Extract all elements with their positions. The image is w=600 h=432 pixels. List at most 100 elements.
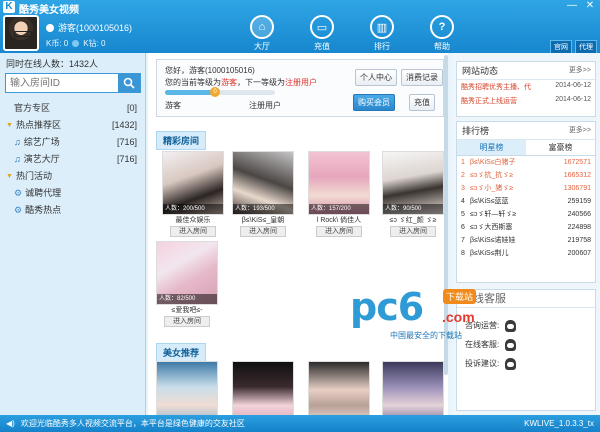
news-panel: 网站动态 更多>> 酷秀招聘优秀主播、代 2014-06-12 酷秀正式上线运营…	[456, 61, 596, 117]
nav-help[interactable]: ? 帮助	[412, 15, 472, 52]
rooms-section-title: 精彩房间	[156, 131, 207, 150]
room-id-input[interactable]	[6, 74, 118, 92]
level-text: 您的当前等级为	[165, 78, 221, 87]
coins-text: K币: 0	[46, 39, 69, 48]
buy-vip-button[interactable]: 购买会员	[353, 94, 395, 111]
user-avatar[interactable]	[3, 15, 39, 51]
ranking-row[interactable]: 5 ≤ɔゞ轩—轩ゞ≥ 240566	[457, 208, 595, 221]
enter-room-button[interactable]: 进入房间	[164, 316, 210, 327]
ranking-row[interactable]: 4 β≤\KiS≤蓝蓝 259159	[457, 195, 595, 208]
tree-item-hotnews[interactable]: ⚙ 酷秀热点	[0, 202, 145, 219]
watermark-subtitle: 中国最安全的下载站	[390, 331, 462, 340]
room-card[interactable]: 人数：157/200 l Rock\ 倘佳人 进入房间	[308, 151, 370, 237]
nav-lobby-label: 大厅	[254, 42, 270, 51]
beauty-card[interactable]	[382, 361, 444, 415]
tab-star[interactable]: 明星榜	[457, 140, 526, 155]
rank-value: 1665312	[563, 172, 591, 179]
ranking-row[interactable]: 2 ≤ɔゞ抗_抗ゞ≥ 1665312	[457, 169, 595, 182]
tree-item-count: [716]	[116, 154, 137, 164]
nav-recharge-label: 充值	[314, 42, 330, 51]
close-button[interactable]: ✕	[584, 1, 596, 12]
agent-link[interactable]: 代理	[575, 40, 597, 54]
ranking-panel: 排行榜 更多>> 明星榜 富豪榜 1 β≤\KiS≤白猪子 1672571 2 ≤ɔゞ…	[456, 121, 596, 283]
nav-recharge[interactable]: ▭ 充值	[292, 15, 352, 52]
news-item[interactable]: 酷秀招聘优秀主播、代 2014-06-12	[457, 80, 595, 94]
room-name: l Rock\ 倘佳人	[316, 217, 362, 224]
tree-item-count: [0]	[126, 103, 137, 113]
nav-lobby[interactable]: ⌂ 大厅	[232, 15, 292, 52]
official-site-link[interactable]: 官网	[550, 40, 572, 54]
room-card[interactable]: 人数：82/500 ≤爱我吧≤- 进入房间	[156, 241, 218, 327]
beauty-thumbnail[interactable]	[308, 361, 370, 415]
room-people: 人数：90/500	[383, 204, 443, 214]
rank-name: ≤ɔゞ小_猪ゞ≥	[470, 185, 514, 192]
qq-chat-icon[interactable]	[505, 357, 517, 370]
beauty-thumbnail[interactable]	[382, 361, 444, 415]
room-thumbnail[interactable]: 人数：157/200	[308, 151, 370, 215]
tree-item-performance[interactable]: ♫ 演艺大厅 [716]	[0, 151, 145, 168]
beauty-thumbnail[interactable]	[156, 361, 218, 415]
room-card[interactable]: 人数：200/500 最佳众娱乐 进入房间	[162, 151, 224, 237]
tree-item-count: [1432]	[111, 120, 137, 130]
ranking-row[interactable]: 1 β≤\KiS≤白猪子 1672571	[457, 156, 595, 169]
news-item[interactable]: 酷秀正式上线运营 2014-06-12	[457, 94, 595, 108]
main-scrollbar[interactable]	[444, 55, 448, 375]
room-thumbnail[interactable]: 人数：90/500	[382, 151, 444, 215]
ranking-row[interactable]: 8 β≤\KiS≤荆儿 200607	[457, 247, 595, 260]
bar-chart-icon: ▥	[370, 15, 394, 39]
beauty-card[interactable]	[232, 361, 294, 415]
enter-room-button[interactable]: 进入房间	[240, 226, 286, 237]
enter-room-button[interactable]: 进入房间	[170, 226, 216, 237]
rank-name: ≤ɔゞ轩—轩ゞ≥	[470, 211, 517, 218]
beauty-thumbnail[interactable]	[232, 361, 294, 415]
ranking-row[interactable]: 7 β≤\KiS≤诺娃娃 219758	[457, 234, 595, 247]
tree-item-official[interactable]: 官方专区 [0]	[0, 100, 145, 117]
enter-room-button[interactable]: 进入房间	[390, 226, 436, 237]
beauty-card[interactable]	[156, 361, 218, 415]
tree-item-agent[interactable]: ⚙ 诚聘代理	[0, 185, 145, 202]
room-name: β≤\KiS≤_皇朝	[241, 217, 285, 224]
tree-item-events[interactable]: ▼ 热门活动	[0, 168, 145, 185]
qq-chat-icon[interactable]	[505, 319, 517, 332]
tab-rich[interactable]: 富豪榜	[526, 140, 595, 155]
service-header: 在线客服	[457, 290, 595, 308]
rank-number: 5	[461, 211, 465, 218]
watermark-brand: pc6	[350, 285, 424, 329]
room-card[interactable]: 人数：90/500 ≤ɔ ゞ红_颜 ゞ≥ 进入房间	[382, 151, 444, 237]
nav-ranking[interactable]: ▥ 排行	[352, 15, 412, 52]
qq-chat-icon[interactable]	[505, 338, 517, 351]
profile-button[interactable]: 个人中心	[355, 69, 397, 86]
home-icon: ⌂	[250, 15, 274, 39]
room-thumbnail[interactable]: 人数：193/500	[232, 151, 294, 215]
main-nav: ⌂ 大厅 ▭ 充值 ▥ 排行 ? 帮助	[232, 15, 472, 52]
speaker-icon[interactable]: ◀)	[6, 415, 15, 432]
rank-number: 7	[461, 237, 465, 244]
search-button[interactable]	[118, 74, 140, 92]
rank-value: 1306791	[563, 185, 591, 192]
coin-icon	[72, 40, 80, 47]
ranking-row[interactable]: 6 ≤ɔゞ大西斯塞 224898	[457, 221, 595, 234]
app-logo-icon: K	[3, 1, 15, 13]
app-title: 酷秀美女视频	[19, 5, 79, 16]
enter-room-button[interactable]: 进入房间	[316, 226, 362, 237]
room-thumbnail[interactable]: 人数：82/500	[156, 241, 218, 305]
ranking-row[interactable]: 3 ≤ɔゞ小_猪ゞ≥ 1306791	[457, 182, 595, 195]
service-row: 投诉建议:	[457, 354, 595, 373]
service-row: 在线客服:	[457, 335, 595, 354]
ranking-more-link[interactable]: 更多>>	[569, 122, 591, 139]
beauty-card[interactable]	[308, 361, 370, 415]
recharge-button[interactable]: 充值	[409, 94, 435, 111]
tree-item-variety[interactable]: ♫ 综艺广场 [716]	[0, 134, 145, 151]
news-more-link[interactable]: 更多>>	[569, 62, 591, 79]
tree-item-label: 酷秀热点	[25, 205, 62, 215]
room-card[interactable]: 人数：193/500 β≤\KiS≤_皇朝 进入房间	[232, 151, 294, 237]
tree-item-label: 诚聘代理	[25, 188, 62, 198]
records-button[interactable]: 消费记录	[401, 69, 443, 86]
room-thumbnail[interactable]: 人数：200/500	[162, 151, 224, 215]
rank-value: 1672571	[563, 159, 591, 166]
tree-item-hot[interactable]: ▼ 热点推荐区 [1432]	[0, 117, 145, 134]
title-bar[interactable]: K 酷秀美女视频 — ✕	[0, 0, 600, 16]
rank-name: ≤ɔゞ大西斯塞	[470, 224, 513, 231]
minimize-button[interactable]: —	[566, 1, 578, 12]
rank-number: 4	[461, 198, 465, 205]
